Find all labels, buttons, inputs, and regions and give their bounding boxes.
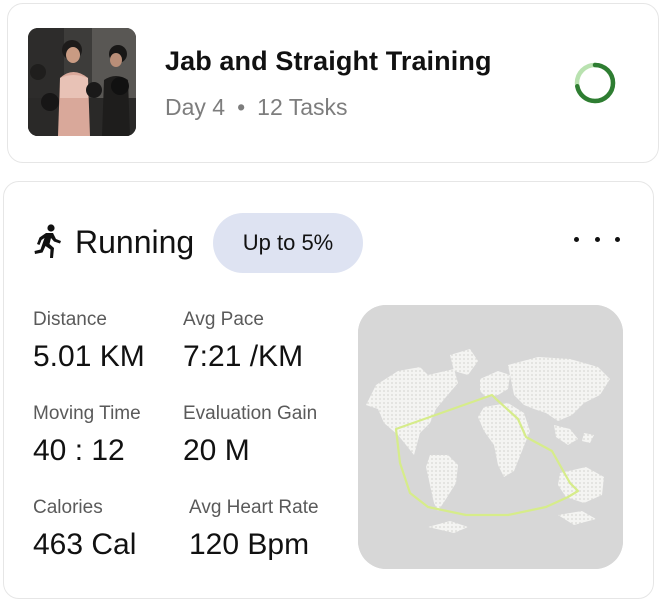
training-day: Day 4	[165, 94, 226, 120]
avg-heart-rate-value: 120 Bpm	[189, 528, 310, 561]
training-thumbnail	[28, 28, 136, 136]
training-title: Jab and Straight Training	[165, 46, 492, 76]
route-map[interactable]	[358, 305, 623, 569]
improvement-badge: Up to 5%	[213, 213, 363, 273]
training-meta: Day 4 • 12 Tasks	[165, 94, 348, 121]
progress-ring-icon	[574, 62, 616, 104]
evaluation-gain-label: Evaluation Gain	[183, 403, 318, 424]
more-dot	[615, 236, 620, 242]
meta-separator: •	[237, 94, 246, 120]
activity-label: Running	[75, 224, 195, 260]
more-dot	[594, 236, 600, 242]
calories-value: 463 Cal	[33, 528, 137, 561]
more-horizontal-icon	[574, 236, 579, 242]
evaluation-gain-value: 20 M	[183, 434, 250, 467]
avg-heart-rate-label: Avg Heart Rate	[189, 497, 319, 518]
moving-time-value: 40 : 12	[33, 434, 125, 467]
calories-label: Calories	[33, 497, 103, 518]
running-person-icon	[34, 224, 61, 258]
distance-label: Distance	[33, 309, 107, 330]
avg-pace-value: 7:21 /KM	[183, 340, 304, 373]
training-card[interactable]: Jab and Straight Training Day 4 • 12 Tasks	[7, 3, 659, 163]
more-options-button[interactable]	[574, 226, 620, 252]
distance-value: 5.01 KM	[33, 340, 145, 373]
running-card: Running Up to 5% Distance 5.01 KM Avg Pa…	[3, 181, 654, 599]
moving-time-label: Moving Time	[33, 403, 141, 424]
training-tasks: 12 Tasks	[257, 94, 348, 120]
avg-pace-label: Avg Pace	[183, 309, 264, 330]
